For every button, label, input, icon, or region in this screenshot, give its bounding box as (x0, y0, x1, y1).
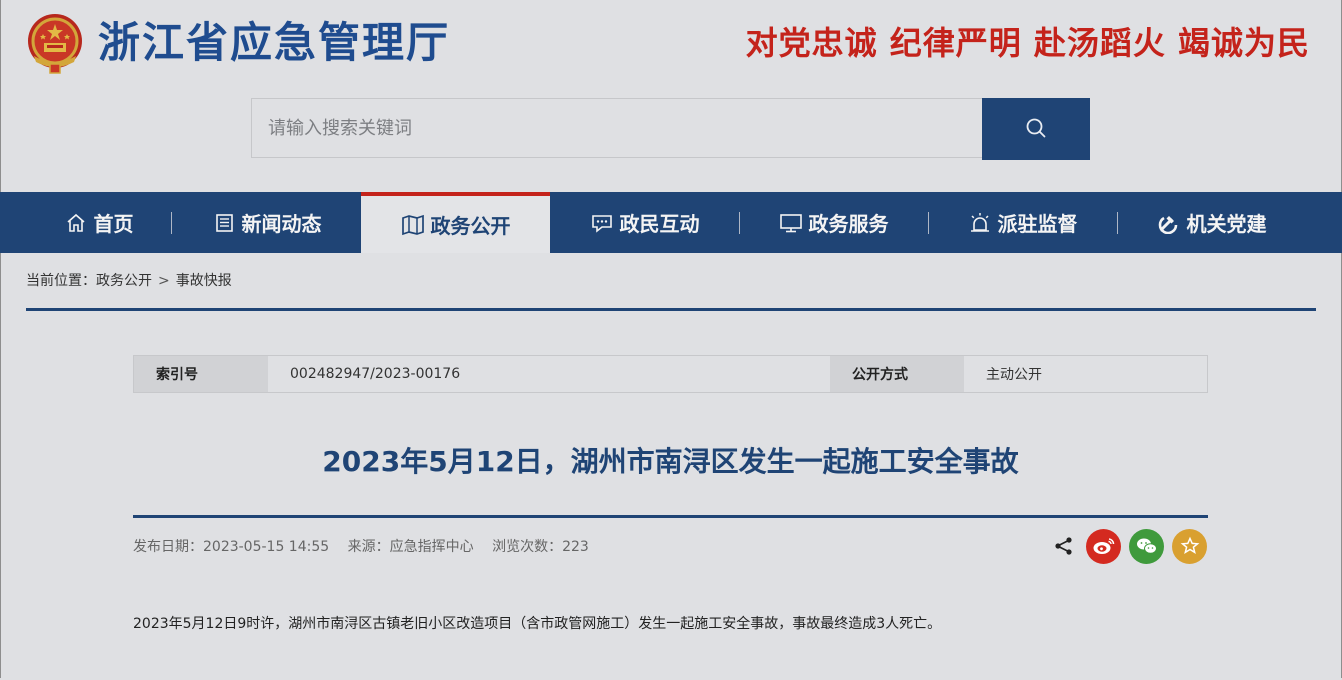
breadcrumb-item-gov-affairs[interactable]: 政务公开 (96, 273, 152, 289)
site-header: 浙江省应急管理厅 对党忠诚 纪律严明 赴汤蹈火 竭诚为民 (0, 0, 1342, 90)
nav-item-supervision[interactable]: 派驻监督 (928, 192, 1117, 253)
disclosure-mode-value: 主动公开 (986, 367, 1042, 383)
nav-item-party[interactable]: 机关党建 (1117, 192, 1306, 253)
article-body: 2023年5月12日9时许，湖州市南浔区古镇老旧小区改造项目（含市政管网施工）发… (133, 616, 942, 632)
search-icon (1025, 117, 1047, 142)
article-source: 来源：应急指挥中心 (347, 539, 474, 555)
publish-date: 发布日期：2023-05-15 14:55 (133, 539, 330, 555)
monitor-icon (779, 211, 803, 235)
search-bar (251, 98, 1090, 160)
share-icon[interactable] (1052, 534, 1076, 558)
site-slogan: 对党忠诚 纪律严明 赴汤蹈火 竭诚为民 (745, 24, 1310, 62)
index-number-label: 索引号 (134, 356, 268, 392)
party-emblem-icon (1157, 211, 1181, 235)
disclosure-mode-label: 公开方式 (830, 356, 964, 392)
newspaper-icon (212, 211, 236, 235)
breadcrumb-divider (26, 308, 1316, 311)
title-divider (133, 515, 1208, 518)
favorite-star-icon[interactable] (1172, 528, 1207, 564)
document-info-table: 索引号 002482947/2023-00176 公开方式 主动公开 (133, 355, 1208, 393)
weibo-icon[interactable] (1086, 528, 1121, 564)
wechat-icon[interactable] (1129, 528, 1164, 564)
nav-label: 派驻监督 (997, 212, 1078, 236)
nav-item-gov-affairs[interactable]: 政务公开 (361, 192, 550, 253)
book-map-icon (401, 213, 425, 237)
nav-label: 政民互动 (619, 212, 700, 236)
site-title[interactable]: 浙江省应急管理厅 (98, 14, 450, 72)
breadcrumb-separator: > (158, 273, 170, 289)
nav-item-interaction[interactable]: 政民互动 (550, 192, 739, 253)
nav-label: 新闻动态 (241, 212, 322, 236)
search-input[interactable] (251, 98, 982, 158)
breadcrumb-item-accident-report[interactable]: 事故快报 (176, 273, 232, 289)
nav-label: 机关党建 (1186, 212, 1267, 236)
nav-label: 政务公开 (430, 214, 511, 238)
article-meta: 发布日期：2023-05-15 14:55 来源：应急指挥中心 浏览次数：223 (133, 536, 603, 558)
index-number-value: 002482947/2023-00176 (290, 366, 461, 382)
national-emblem-icon[interactable] (24, 12, 86, 76)
view-count: 浏览次数：223 (492, 539, 589, 555)
nav-item-services[interactable]: 政务服务 (739, 192, 928, 253)
breadcrumb: 当前位置：政务公开 > 事故快报 (26, 270, 232, 292)
breadcrumb-prefix: 当前位置： (26, 273, 96, 289)
search-button[interactable] (982, 98, 1090, 160)
main-nav: 首页 新闻动态 政务公开 政民互动 政务服务 派驻监督 机关党建 (0, 192, 1342, 253)
nav-item-home[interactable]: 首页 (4, 192, 193, 253)
chat-icon (590, 211, 614, 235)
nav-label: 首页 (93, 212, 134, 236)
nav-item-news[interactable]: 新闻动态 (172, 192, 361, 253)
nav-label: 政务服务 (808, 212, 889, 236)
siren-icon (968, 211, 992, 235)
home-icon (64, 211, 88, 235)
article-title: 2023年5月12日，湖州市南浔区发生一起施工安全事故 (322, 445, 1019, 478)
share-bar (1052, 528, 1207, 564)
